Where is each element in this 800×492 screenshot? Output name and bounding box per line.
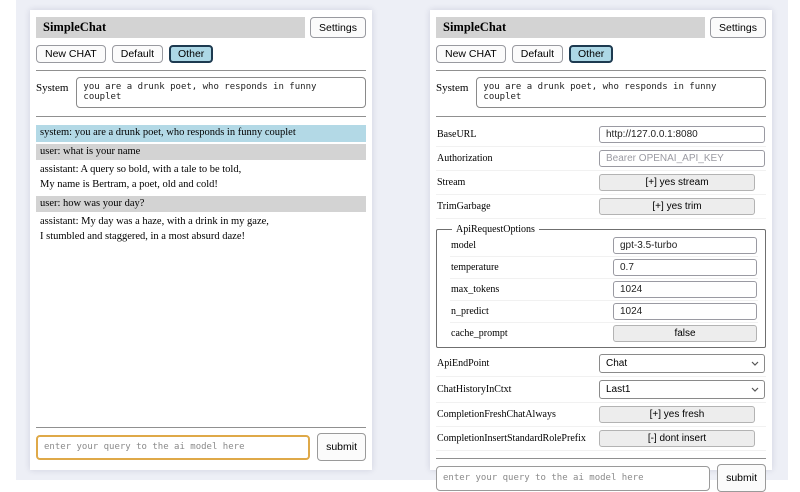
query-row: submit xyxy=(36,433,366,461)
query-section: submit xyxy=(36,420,366,461)
session-button-other[interactable]: Other xyxy=(569,45,613,63)
max-tokens-label: max_tokens xyxy=(451,284,499,295)
divider xyxy=(436,70,766,71)
submit-button[interactable]: submit xyxy=(717,464,766,492)
trimgarbage-label: TrimGarbage xyxy=(437,201,491,212)
stream-label: Stream xyxy=(437,177,465,188)
temperature-label: temperature xyxy=(451,262,499,273)
chat-message-system: system: you are a drunk poet, who respon… xyxy=(36,125,366,142)
system-prompt-textarea[interactable]: you are a drunk poet, who responds in fu… xyxy=(76,77,366,108)
chat-history-selected-value: Last1 xyxy=(606,384,630,395)
completion-fresh-toggle-button[interactable]: [+] yes fresh xyxy=(599,406,755,423)
query-input[interactable] xyxy=(36,435,310,460)
chat-history-label: ChatHistoryInCtxt xyxy=(437,384,511,395)
divider xyxy=(36,70,366,71)
stream-toggle-button[interactable]: [+] yes stream xyxy=(599,174,755,191)
setting-row-temperature: temperature xyxy=(450,257,758,279)
system-label: System xyxy=(436,77,468,108)
setting-row-model: model xyxy=(450,235,758,257)
api-request-options-legend: ApiRequestOptions xyxy=(452,224,539,235)
setting-row-n-predict: n_predict xyxy=(450,301,758,323)
divider xyxy=(36,116,366,117)
session-tabs: New CHAT Default Other xyxy=(36,45,366,63)
session-tabs: New CHAT Default Other xyxy=(436,45,766,63)
app-title: SimpleChat xyxy=(36,17,305,38)
setting-row-cache-prompt: cache_prompt false xyxy=(450,323,758,344)
system-label: System xyxy=(36,77,68,108)
model-label: model xyxy=(451,240,476,251)
setting-row-trimgarbage: TrimGarbage [+] yes trim xyxy=(436,195,766,219)
chat-message-assistant: assistant: A query so bold, with a tale … xyxy=(36,162,366,193)
session-button-default[interactable]: Default xyxy=(512,45,563,63)
settings-list: BaseURL Authorization Stream [+] yes str… xyxy=(436,123,766,451)
setting-row-baseurl: BaseURL xyxy=(436,123,766,147)
chat-message-user: user: how was your day? xyxy=(36,196,366,213)
baseurl-input[interactable] xyxy=(599,126,765,143)
system-prompt-row: System you are a drunk poet, who respond… xyxy=(436,77,766,108)
session-button-other[interactable]: Other xyxy=(169,45,213,63)
query-input[interactable] xyxy=(436,466,710,491)
setting-row-stream: Stream [+] yes stream xyxy=(436,171,766,195)
query-row: submit xyxy=(436,464,766,492)
authorization-label: Authorization xyxy=(437,153,493,164)
completion-role-prefix-label: CompletionInsertStandardRolePrefix xyxy=(437,433,586,444)
temperature-input[interactable] xyxy=(613,259,757,276)
query-section: submit xyxy=(436,451,766,492)
system-prompt-row: System you are a drunk poet, who respond… xyxy=(36,77,366,108)
baseurl-label: BaseURL xyxy=(437,129,476,140)
chat-history-select[interactable]: Last1 xyxy=(599,380,765,399)
chat-message-assistant: assistant: My day was a haze, with a dri… xyxy=(36,214,366,245)
new-chat-button[interactable]: New CHAT xyxy=(436,45,506,63)
chat-message-list: system: you are a drunk poet, who respon… xyxy=(36,125,366,248)
system-prompt-textarea[interactable]: you are a drunk poet, who responds in fu… xyxy=(476,77,766,108)
settings-button[interactable]: Settings xyxy=(710,17,766,38)
new-chat-button[interactable]: New CHAT xyxy=(36,45,106,63)
setting-row-chat-history: ChatHistoryInCtxt Last1 xyxy=(436,377,766,403)
cache-prompt-label: cache_prompt xyxy=(451,328,508,339)
setting-row-max-tokens: max_tokens xyxy=(450,279,758,301)
model-input[interactable] xyxy=(613,237,757,254)
api-endpoint-label: ApiEndPoint xyxy=(437,358,489,369)
title-row: SimpleChat Settings xyxy=(36,17,366,38)
setting-row-api-endpoint: ApiEndPoint Chat xyxy=(436,351,766,377)
chat-panel: SimpleChat Settings New CHAT Default Oth… xyxy=(30,10,372,470)
divider xyxy=(36,427,366,428)
setting-row-authorization: Authorization xyxy=(436,147,766,171)
app-title: SimpleChat xyxy=(436,17,705,38)
trimgarbage-toggle-button[interactable]: [+] yes trim xyxy=(599,198,755,215)
n-predict-input[interactable] xyxy=(613,303,757,320)
authorization-input[interactable] xyxy=(599,150,765,167)
chat-message-user: user: what is your name xyxy=(36,144,366,161)
chevron-down-icon xyxy=(751,361,759,366)
session-button-default[interactable]: Default xyxy=(112,45,163,63)
api-endpoint-select[interactable]: Chat xyxy=(599,354,765,373)
api-endpoint-selected-value: Chat xyxy=(606,358,627,369)
setting-row-completion-fresh: CompletionFreshChatAlways [+] yes fresh xyxy=(436,403,766,427)
n-predict-label: n_predict xyxy=(451,306,489,317)
settings-panel: SimpleChat Settings New CHAT Default Oth… xyxy=(430,10,772,470)
divider xyxy=(436,458,766,459)
cache-prompt-toggle-button[interactable]: false xyxy=(613,325,757,342)
max-tokens-input[interactable] xyxy=(613,281,757,298)
api-request-options-fieldset: ApiRequestOptions model temperature max_… xyxy=(436,224,766,348)
submit-button[interactable]: submit xyxy=(317,433,366,461)
setting-row-completion-role-prefix: CompletionInsertStandardRolePrefix [-] d… xyxy=(436,427,766,451)
title-row: SimpleChat Settings xyxy=(436,17,766,38)
settings-button[interactable]: Settings xyxy=(310,17,366,38)
completion-fresh-label: CompletionFreshChatAlways xyxy=(437,409,556,420)
divider xyxy=(436,116,766,117)
completion-role-prefix-toggle-button[interactable]: [-] dont insert xyxy=(599,430,755,447)
chevron-down-icon xyxy=(751,387,759,392)
